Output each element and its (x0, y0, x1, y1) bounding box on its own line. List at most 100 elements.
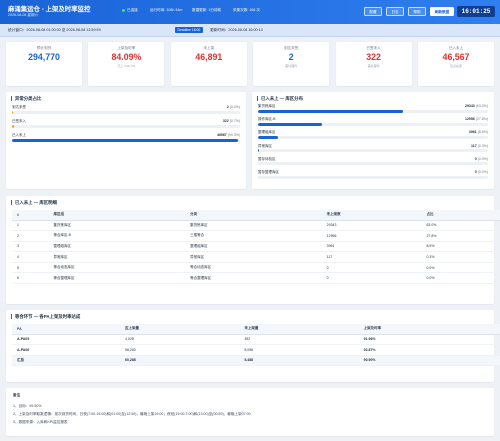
kpi-label: 预计到货 (36, 46, 52, 50)
kpi-note: 需处理件 (285, 64, 298, 68)
note-line-3: 3、数据来源：入库和KPI监控报表 (13, 420, 68, 424)
table-cell: 3 (12, 241, 49, 253)
table-row: A-PA05 4,028 392 91.96% (12, 334, 500, 346)
bar-pct: (0.3%) (477, 143, 488, 148)
panel-title: 已入未上 — 库区分布 (257, 96, 303, 101)
help-button[interactable]: 帮助 (408, 7, 426, 16)
bar-name: 暂存整理库区 (258, 170, 279, 174)
table-cell: 117 (321, 251, 422, 263)
table-cell: 3961 (321, 241, 422, 253)
table-cell: 12956 (321, 230, 422, 242)
table-cell: 三楼等合 (185, 230, 322, 242)
table-cell: 0 (321, 272, 422, 285)
kpi-value: 2 (288, 52, 294, 62)
kpi-label: 已签未入 (366, 46, 381, 50)
table-cell: 90.90% (358, 354, 500, 367)
table-cell: 29343 (321, 220, 422, 232)
bar-track (258, 135, 488, 140)
bar-name: 整理组库区 (258, 130, 276, 135)
bar-name: 已入未上 (12, 133, 26, 137)
bar-row: 操作库区-B 12956 (27.8%) (258, 117, 488, 129)
bar-pct: (0.0%) (477, 170, 488, 174)
table-cell: 8.5% (421, 241, 500, 253)
bar-track (258, 162, 488, 166)
bar-row: 已签未入 322 (0.7%) (12, 119, 240, 131)
bar-track (258, 149, 488, 153)
bar-name: 异常库区 (258, 143, 272, 148)
zone-detail-table: # 库区组 分类 未上架数 占比 1 集货拣库区 集货拣库区 29343 63.0% 2 等合库区-… (12, 210, 500, 285)
log-button[interactable]: 日志 (386, 7, 404, 16)
kpi-card: 已签未入 322 需处理件 (335, 42, 412, 86)
table-cell: 60,288 (120, 354, 240, 367)
table-cell: 0.0% (421, 272, 500, 285)
table-cell: A-PA05 (12, 334, 121, 346)
kpi-note: 需处理件 (367, 64, 380, 68)
column-header: 分类 (185, 210, 322, 221)
config-button[interactable]: 配置 (364, 7, 382, 16)
bar-track (12, 110, 240, 114)
bar-track (258, 109, 488, 113)
kpi-card: 到达未签 2 需处理件 (253, 42, 330, 86)
table-cell: 5 (12, 262, 49, 274)
bar-count: 322 (0.7%) (223, 119, 240, 123)
bar-track (258, 175, 488, 179)
table-cell: 91.96% (358, 334, 500, 346)
connection-status: 已连接 (122, 8, 138, 13)
bar-row: 暂存整理库区 0 (0.0%) (258, 170, 488, 182)
table-cell: 整理组库区 (185, 241, 322, 253)
table-cell: 6 (12, 272, 49, 285)
bar-count-value: 46567 (217, 133, 227, 137)
table-cell: 等合整理库区 (185, 272, 322, 285)
bar-fill (258, 135, 278, 140)
bar-name: 集货拣库区 (258, 104, 276, 108)
collect-stat: 采集次数: 166 次 (233, 8, 260, 12)
bar-count-value: 117 (471, 143, 477, 148)
stat-window-bar: 统计窗口：2026-08-08 01:00:00 至 2026-08-08 12… (0, 24, 500, 37)
table-cell: 5,488 (239, 354, 359, 367)
pa-table: PA 应上架量 未上架量 上架及时率 A-PA05 4,028 392 91.96% A-PA… (12, 324, 500, 367)
zone-distribution-panel: 已入未上 — 库区分布 集货拣库区 29343 (63.0%) 操作库区-B 1295… (252, 92, 494, 189)
bar-row: 暂存待检区 0 (0.0%) (258, 157, 488, 169)
note-line-2: 2、上架及时率取数逻辑：批次到货时间，日夜(7:00-19:00)和(01:00… (13, 412, 251, 416)
refresh-button[interactable]: 刷新数据 (430, 7, 454, 16)
refresh-time: 更新时间：2026-08-08 16:00:14 (210, 28, 263, 32)
bar-track (12, 138, 240, 142)
kpi-note: 已上 249,779 (117, 64, 136, 68)
bar-fill (12, 110, 14, 114)
pa-panel: 等合环节 — 各PA上架及时率达成 PA 应上架量 未上架量 上架及时率 A-PA05… (6, 310, 500, 382)
table-row: 6 等合整理库区 等合整理库区 0 0.0% (12, 272, 500, 285)
kpi-card: 上架及时率 84.09% 已上 249,779 (88, 42, 165, 86)
bar-count: 3961 (8.5%) (469, 130, 488, 134)
bar-count-value: 12956 (465, 117, 475, 122)
bar-name: 暂存待检区 (258, 156, 276, 161)
deadline-tag: Deadline 16:00 (175, 27, 203, 33)
bar-count: 0 (0.0%) (475, 170, 488, 174)
bar-count-value: 3961 (468, 130, 477, 135)
column-header: 未上架数 (321, 210, 422, 221)
table-cell: 等合动态库区 (185, 262, 322, 274)
column-header: 占比 (421, 210, 500, 221)
bar-fill (12, 138, 239, 142)
bar-row: 到达未签 2 (0.0%) (12, 105, 240, 117)
table-cell: 1 (12, 220, 49, 232)
table-cell: 2 (12, 230, 49, 242)
table-cell: 异常库区 (185, 251, 322, 263)
bar-count-value: 29343 (465, 104, 475, 108)
bar-pct: (8.5%) (477, 130, 488, 135)
notes-title: 备注 (13, 393, 21, 397)
kpi-label: 到达未签 (284, 46, 299, 50)
bar-track (12, 124, 240, 128)
update-stat: 数据更新: 1分钟前 (192, 8, 222, 12)
kpi-card: 已入未上 46,567 应点在库 (418, 42, 494, 86)
table-row: 2 等合库区-B 三楼等合 12956 27.8% (12, 230, 500, 242)
table-cell: 4 (12, 251, 49, 263)
kpi-card: 预计到货 294,770 (6, 42, 82, 86)
column-header: PA (12, 324, 121, 335)
table-cell: 0.0% (421, 262, 500, 274)
column-header: 上架及时率 (358, 324, 500, 335)
table-cell: 4,028 (120, 334, 240, 346)
kpi-value: 46,567 (442, 52, 470, 62)
bar-count-value: 0 (474, 170, 477, 174)
bar-count: 12956 (27.8%) (465, 117, 488, 121)
bar-count: 29343 (63.0%) (465, 104, 488, 108)
